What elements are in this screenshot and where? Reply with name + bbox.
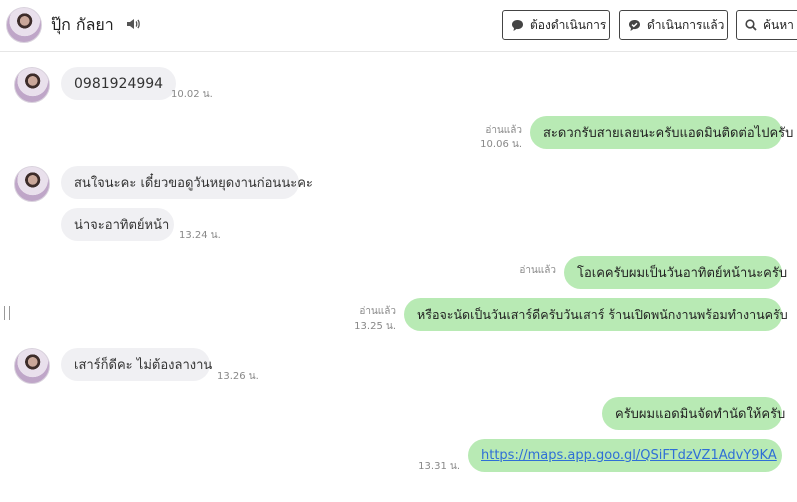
message-time: 10.02 น. [171,89,213,100]
message-text: ครับผมแอดมินจัดทำนัดให้ครับ [615,407,786,422]
message-text: สะดวกรับสายเลยนะครับแอดมินติดต่อไปครับ [543,126,794,141]
read-receipt: อ่านแล้ว [519,265,556,276]
contact-name[interactable]: ปุ๊ก กัลยา [51,13,114,38]
outgoing-message[interactable]: สะดวกรับสายเลยนะครับแอดมินติดต่อไปครับ [530,116,793,149]
message-list[interactable]: 0981924994 10.02 น. อ่านแล้ว 10.06 น. สะ… [0,52,797,502]
done-button-label: ดำเนินการแล้ว [647,17,725,32]
search-button[interactable]: ค้นหา [736,10,797,40]
incoming-message[interactable]: เสาร์ก็ดีคะ ไม่ต้องลางาน [61,348,213,381]
todo-button-label: ต้องดำเนินการ [530,17,607,32]
search-icon [745,19,757,31]
contact-avatar[interactable] [6,7,42,43]
search-button-label: ค้นหา [763,17,794,32]
message-time: 13.31 น. [418,461,460,472]
sender-avatar[interactable] [14,348,50,384]
todo-button[interactable]: ต้องดำเนินการ [502,10,610,40]
chat-header: ปุ๊ก กัลยา ต้องดำเนินการ ดำเนินการแล้ว ค… [0,0,797,52]
message-text: โอเคครับผมเป็นวันอาทิตย์หน้านะครับ [577,266,788,281]
message-time: 13.26 น. [217,371,259,382]
outgoing-message[interactable]: หรือจะนัดเป็นวันเสาร์ดีครับวันเสาร์ ร้าน… [404,298,788,331]
read-receipt: อ่านแล้ว [359,306,396,317]
incoming-message[interactable]: สนใจนะคะ เดี๋ยวขอดูวันหยุดงานก่อนนะคะ [61,166,313,199]
speech-bubble-icon [512,19,523,31]
outgoing-link-message[interactable]: https://maps.app.goo.gl/QSiFTdzVZ1AdvY9K… [468,439,782,472]
done-button[interactable]: ดำเนินการแล้ว [619,10,728,40]
incoming-message[interactable]: 0981924994 [61,67,177,100]
speaker-icon[interactable] [125,16,141,32]
read-receipt: อ่านแล้ว [485,125,522,136]
message-time: 13.25 น. [354,321,396,332]
sender-avatar[interactable] [14,166,50,202]
sender-avatar[interactable] [14,67,50,103]
message-text: น่าจะอาทิตย์หน้า [74,218,170,233]
drag-handle[interactable] [4,306,10,320]
message-time: 10.06 น. [480,139,522,150]
incoming-message[interactable]: น่าจะอาทิตย์หน้า [61,208,174,241]
message-text: เสาร์ก็ดีคะ ไม่ต้องลางาน [74,358,213,373]
message-text: หรือจะนัดเป็นวันเสาร์ดีครับวันเสาร์ ร้าน… [417,306,788,322]
check-bubble-icon [629,19,640,31]
message-text: สนใจนะคะ เดี๋ยวขอดูวันหยุดงานก่อนนะคะ [74,176,313,191]
map-link[interactable]: https://maps.app.goo.gl/QSiFTdzVZ1AdvY9K… [481,448,777,463]
message-time: 13.24 น. [179,230,221,241]
message-text: 0981924994 [74,75,164,92]
outgoing-message[interactable]: ครับผมแอดมินจัดทำนัดให้ครับ [602,397,786,430]
outgoing-message[interactable]: โอเคครับผมเป็นวันอาทิตย์หน้านะครับ [564,256,787,289]
